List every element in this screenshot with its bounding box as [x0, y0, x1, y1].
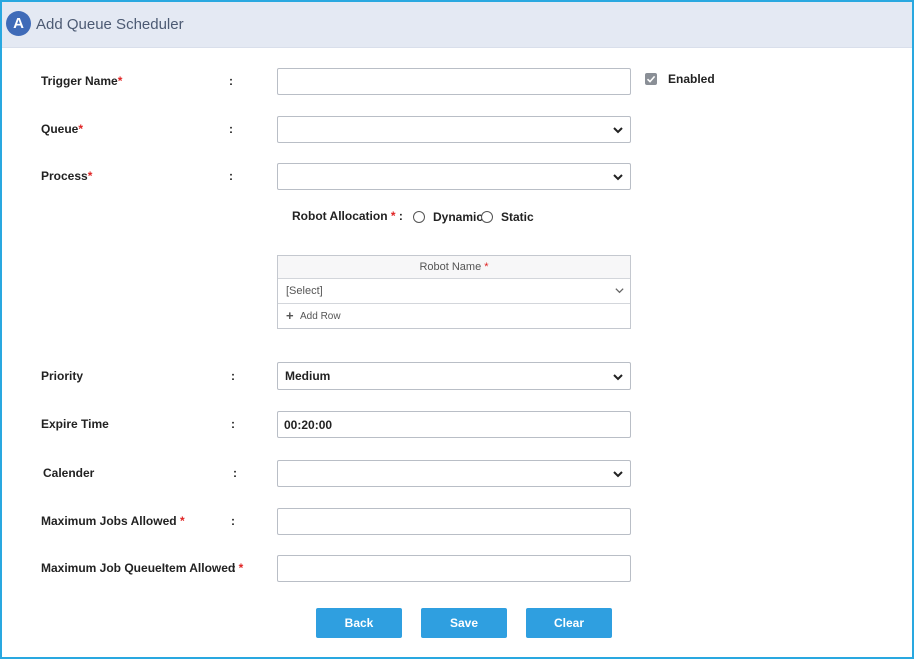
trigger-name-colon: : — [229, 74, 233, 88]
chevron-down-icon — [615, 288, 624, 294]
robot-allocation-dynamic-label: Dynamic — [433, 210, 484, 224]
trigger-name-label: Trigger Name* — [41, 74, 123, 88]
chevron-down-icon — [613, 471, 623, 478]
max-jobs-label: Maximum Jobs Allowed * — [41, 514, 185, 528]
add-row-button[interactable]: + Add Row — [278, 304, 630, 328]
robot-grid: Robot Name * [Select] + Add Row — [277, 255, 631, 329]
robot-select-value: [Select] — [286, 285, 323, 297]
robot-grid-row-select[interactable]: [Select] — [278, 279, 630, 304]
enabled-label: Enabled — [668, 72, 715, 86]
trigger-name-input[interactable] — [277, 68, 631, 95]
max-queue-items-label: Maximum Job QueueItem Allowed * — [41, 561, 244, 575]
priority-label: Priority — [41, 369, 84, 383]
queue-colon: : — [229, 122, 233, 136]
dialog-title: Add Queue Scheduler — [36, 16, 184, 33]
priority-select-value: Medium — [285, 369, 331, 383]
plus-icon: + — [286, 308, 294, 323]
chevron-down-icon — [613, 174, 623, 181]
robot-allocation-label: Robot Allocation * : — [292, 209, 403, 223]
save-button[interactable]: Save — [421, 608, 507, 638]
expire-time-colon: : — [231, 417, 235, 431]
chevron-down-icon — [613, 127, 623, 134]
expire-time-label: Expire Time — [41, 417, 109, 431]
expire-time-input[interactable] — [277, 411, 631, 438]
dialog-frame: A Add Queue Scheduler Trigger Name* : En… — [0, 0, 914, 659]
calender-colon: : — [233, 466, 237, 480]
clear-button[interactable]: Clear — [526, 608, 612, 638]
check-icon — [646, 75, 656, 83]
priority-select[interactable]: Medium — [277, 362, 631, 390]
robot-allocation-static-label: Static — [501, 210, 534, 224]
chevron-down-icon — [613, 374, 623, 381]
dialog-header: A Add Queue Scheduler — [2, 2, 912, 48]
app-logo-badge: A — [6, 11, 31, 36]
calender-label: Calender — [43, 466, 95, 480]
max-jobs-colon: : — [231, 514, 235, 528]
back-button[interactable]: Back — [316, 608, 402, 638]
max-jobs-input[interactable] — [277, 508, 631, 535]
enabled-checkbox[interactable] — [645, 73, 657, 85]
max-queue-items-input[interactable] — [277, 555, 631, 582]
queue-label: Queue* — [41, 122, 84, 136]
queue-select[interactable] — [277, 116, 631, 143]
process-select[interactable] — [277, 163, 631, 190]
add-row-label: Add Row — [300, 311, 341, 322]
process-label: Process* — [41, 169, 93, 183]
calender-select[interactable] — [277, 460, 631, 487]
robot-allocation-static-radio[interactable] — [481, 211, 493, 223]
robot-grid-header: Robot Name * — [278, 256, 630, 279]
robot-allocation-dynamic-radio[interactable] — [413, 211, 425, 223]
priority-colon: : — [231, 369, 235, 383]
process-colon: : — [229, 169, 233, 183]
max-queue-items-colon: : — [232, 561, 236, 575]
